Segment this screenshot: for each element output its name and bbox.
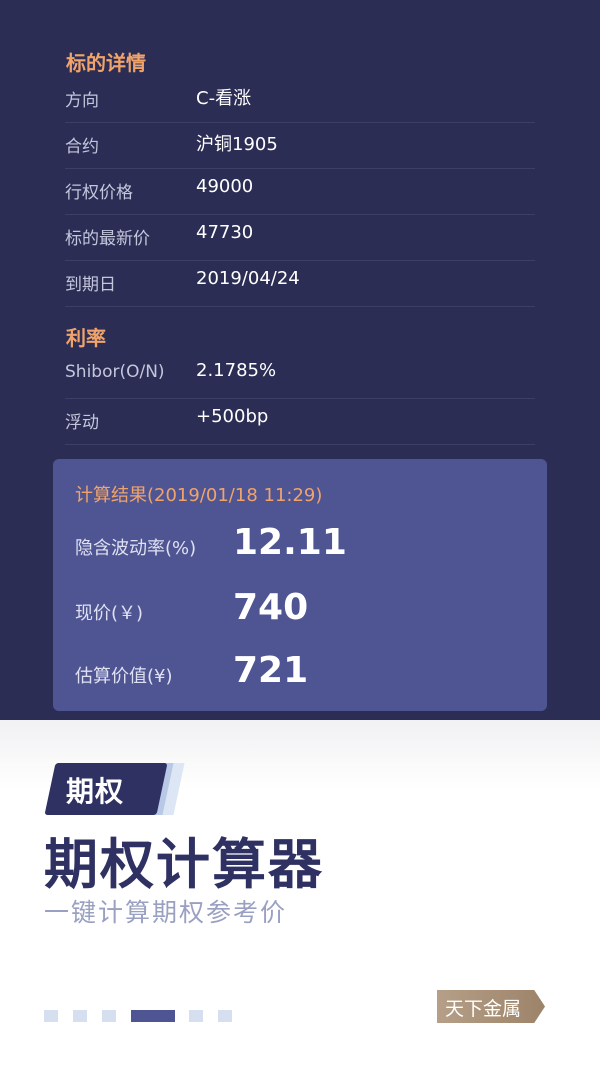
row-label: 浮动 <box>65 413 99 433</box>
row-strike-price: 行权价格 49000 <box>65 168 535 215</box>
page-dot[interactable] <box>218 1010 232 1022</box>
row-value: +500bp <box>196 406 269 427</box>
page-dot[interactable] <box>189 1010 203 1022</box>
result-card: 计算结果(2019/01/18 11:29) 隐含波动率(%) 12.11 现价… <box>53 459 547 711</box>
row-direction: 方向 C-看涨 <box>65 76 535 123</box>
row-value: 沪铜1905 <box>196 134 278 155</box>
section-title-underlying: 标的详情 <box>66 51 146 75</box>
row-shibor: Shibor(O/N) 2.1785% <box>65 352 535 399</box>
row-label: 合约 <box>65 137 99 157</box>
page-dot-active[interactable] <box>131 1010 175 1022</box>
row-value: C-看涨 <box>196 88 252 109</box>
row-label: 到期日 <box>65 275 116 295</box>
promo-subtitle: 一键计算期权参考价 <box>44 898 288 927</box>
brand-name: 天下金属 <box>445 998 522 1020</box>
result-value-implied-vol: 12.11 <box>233 522 347 563</box>
page-dot[interactable] <box>102 1010 116 1022</box>
row-float: 浮动 +500bp <box>65 398 535 445</box>
result-value-current-price: 740 <box>233 587 309 628</box>
brand-badge: 天下金属 <box>437 990 557 1023</box>
row-label: 行权价格 <box>65 183 133 203</box>
promo-title: 期权计算器 <box>44 833 324 896</box>
result-value-estimated-value: 721 <box>233 650 309 691</box>
row-contract: 合约 沪铜1905 <box>65 122 535 169</box>
result-title: 计算结果(2019/01/18 11:29) <box>75 485 323 506</box>
row-expiry-date: 到期日 2019/04/24 <box>65 260 535 307</box>
result-label-estimated-value: 估算价值(¥) <box>75 666 173 687</box>
row-value: 47730 <box>196 222 254 243</box>
row-value: 49000 <box>196 176 254 197</box>
row-value: 2.1785% <box>196 360 277 381</box>
tag-label: 期权 <box>66 775 125 808</box>
page-dot[interactable] <box>73 1010 87 1022</box>
result-label-current-price: 现价(￥) <box>75 603 144 624</box>
row-latest-price: 标的最新价 47730 <box>65 214 535 261</box>
section-title-rate: 利率 <box>66 326 106 350</box>
page-dot[interactable] <box>44 1010 58 1022</box>
row-label: Shibor(O/N) <box>65 362 165 382</box>
row-value: 2019/04/24 <box>196 268 300 289</box>
result-label-implied-vol: 隐含波动率(%) <box>75 538 197 559</box>
row-label: 标的最新价 <box>65 229 150 249</box>
row-label: 方向 <box>65 91 99 111</box>
